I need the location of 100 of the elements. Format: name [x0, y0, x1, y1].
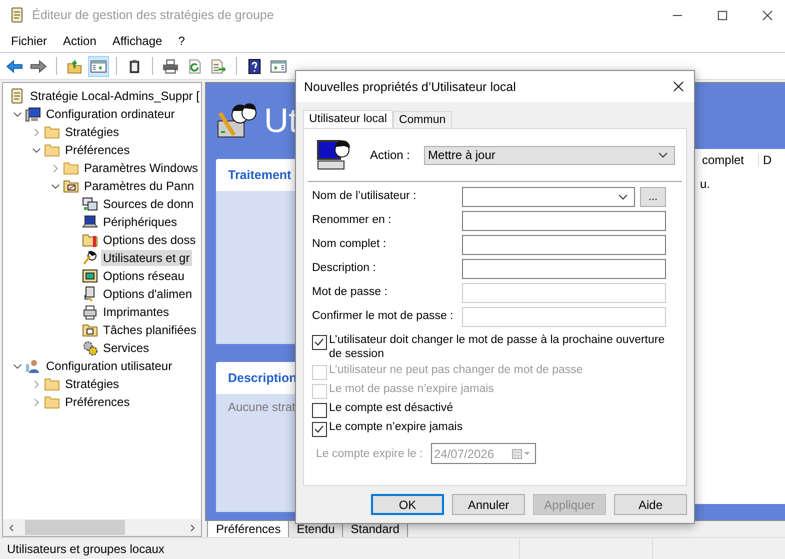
expand-chevron-icon[interactable]: [32, 128, 40, 136]
collapse-chevron-icon[interactable]: [12, 362, 22, 370]
check-mark-icon: [313, 423, 325, 435]
expand-chevron-icon[interactable]: [32, 380, 40, 388]
collapse-chevron-icon[interactable]: [12, 110, 22, 118]
tree-item[interactable]: Sources de donn: [101, 196, 196, 212]
checkbox[interactable]: [312, 403, 327, 418]
scrollbar-thumb[interactable]: [25, 520, 125, 535]
folder-icon: [44, 142, 60, 158]
help-icon: [246, 58, 263, 74]
checkbox-label: L’utilisateur doit changer le mot de passe à la prochaine ouverture de session: [329, 333, 666, 361]
folder-up-icon: [66, 58, 83, 74]
extension-heading: Ut: [264, 102, 298, 140]
checkbox[interactable]: [312, 335, 327, 350]
tree-item[interactable]: Stratégie Local-Admins_Suppr [: [28, 88, 201, 104]
tree-item[interactable]: Configuration ordinateur: [44, 106, 177, 122]
checkbox-label: Le compte est désactivé: [329, 401, 454, 416]
user-config-icon: [25, 358, 41, 374]
computer-icon: [25, 106, 41, 122]
menu-item[interactable]: Action: [63, 33, 96, 49]
field-label: Nom de l’utilisateur :: [312, 189, 418, 204]
expand-chevron-icon[interactable]: [32, 398, 40, 406]
tree-item[interactable]: Configuration utilisateur: [44, 358, 174, 374]
tree-item[interactable]: Tâches planifiées: [101, 322, 198, 338]
maximize-icon[interactable]: [717, 10, 728, 20]
browse-button[interactable]: ...: [640, 186, 666, 206]
tree-item[interactable]: Utilisateurs et gr: [101, 250, 192, 266]
tree-item[interactable]: Stratégies: [63, 376, 122, 392]
status-text: Utilisateurs et groupes locaux: [6, 542, 166, 556]
checkbox-label: Le mot de passe n’expire jamais: [329, 382, 494, 396]
users-icon: [82, 250, 98, 266]
tree-item[interactable]: Services: [101, 340, 152, 356]
dialog-tab[interactable]: Utilisateur local: [303, 110, 393, 128]
tree-item[interactable]: Stratégies: [63, 124, 122, 140]
dialog-button[interactable]: Aide: [614, 494, 687, 515]
window-title: Éditeur de gestion des stratégies de groupe: [32, 8, 275, 22]
folder-icon: [44, 376, 60, 392]
network-icon: [82, 268, 98, 284]
section-title: Description: [228, 371, 297, 385]
section-title: Traitement: [228, 168, 292, 182]
tree-item[interactable]: Options des doss: [101, 232, 198, 248]
control-panel-folder-icon: [63, 178, 79, 194]
input-field[interactable]: [462, 210, 666, 230]
checkbox[interactable]: [312, 422, 327, 437]
toolbar-button[interactable]: [88, 56, 109, 76]
tree-item[interactable]: Paramètres du Pann: [82, 178, 196, 194]
menu-item[interactable]: Fichier: [11, 33, 48, 49]
laptop-icon: [82, 214, 98, 230]
field-label: Confirmer le mot de passe :: [312, 309, 454, 324]
scroll-icon: [9, 7, 25, 23]
forward-arrow-icon: [30, 58, 47, 74]
combo-field[interactable]: [462, 186, 635, 206]
printer-icon: [162, 58, 179, 74]
folder-icon: [63, 160, 79, 176]
field-label: Description :: [312, 261, 377, 276]
collapse-chevron-icon[interactable]: [50, 182, 60, 190]
action-pane-icon: [270, 58, 287, 74]
tree-item[interactable]: Préférences: [63, 142, 132, 158]
check-mark-icon: [313, 336, 325, 348]
caret-icon: [658, 152, 668, 158]
task-folder-icon: [82, 322, 98, 338]
field-label: Action :: [370, 148, 410, 162]
printer-icon: [82, 304, 98, 320]
tree-item[interactable]: Options d'alimen: [101, 286, 194, 302]
folder-icon: [44, 124, 60, 140]
list-message: u.: [699, 176, 712, 191]
tree-item[interactable]: Imprimantes: [101, 304, 172, 320]
caret-icon: [618, 194, 628, 200]
expand-chevron-icon[interactable]: [50, 164, 60, 172]
input-field[interactable]: [462, 258, 666, 278]
back-arrow-icon: [6, 58, 23, 74]
dialog-tab[interactable]: Commun: [392, 111, 452, 128]
tree-pane-icon: [90, 58, 107, 74]
data-source-icon: [82, 196, 98, 212]
policy-scroll-icon: [9, 88, 25, 104]
tree-item[interactable]: Périphériques: [101, 214, 180, 230]
field-label: Nom complet :: [312, 237, 388, 252]
dialog-title: Nouvelles propriétés d’Utilisateur local: [304, 80, 516, 94]
view-tab[interactable]: Préférences: [207, 521, 290, 538]
collapse-chevron-icon[interactable]: [32, 146, 40, 154]
menu-item[interactable]: Affichage: [112, 33, 162, 49]
dialog-button[interactable]: Annuler: [452, 494, 525, 515]
dialog-button[interactable]: OK: [371, 494, 444, 515]
field-label: Mot de passe :: [312, 285, 388, 300]
close-icon[interactable]: [762, 10, 773, 20]
section-text: Aucune strat: [228, 400, 296, 414]
calendar-icon: [512, 448, 532, 458]
tree-item[interactable]: Options réseau: [101, 268, 186, 284]
input-field[interactable]: [462, 234, 666, 254]
action-dropdown[interactable]: Mettre à jour: [424, 146, 676, 164]
field-label: Renommer en :: [312, 213, 392, 228]
export-list-icon: [210, 58, 227, 74]
column-header[interactable]: D: [759, 153, 772, 167]
tree-item[interactable]: Paramètres Windows: [82, 160, 200, 176]
menu-item[interactable]: ?: [178, 33, 185, 49]
close-icon[interactable]: [673, 81, 684, 92]
folder-options-icon: [82, 232, 98, 248]
checkbox-label: L’utilisateur ne peut pas changer de mot de passe: [329, 363, 583, 378]
tree-item[interactable]: Préférences: [63, 394, 132, 410]
gears-icon: [82, 340, 98, 356]
